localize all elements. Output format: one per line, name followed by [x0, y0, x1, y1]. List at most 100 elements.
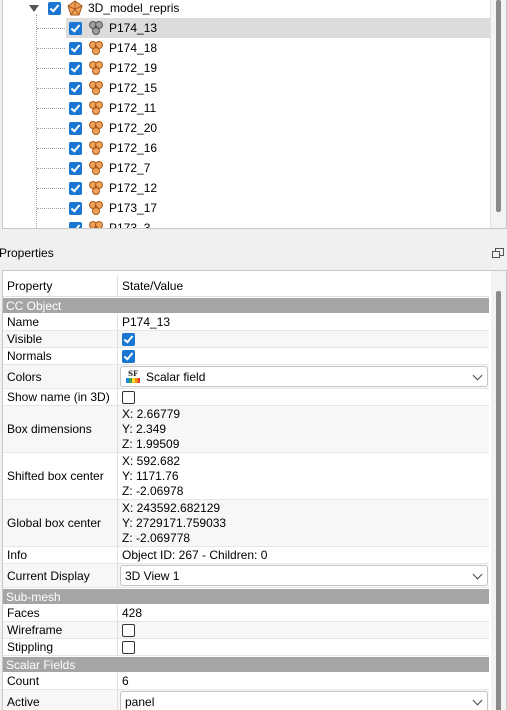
tree-item-label: P172_11: [109, 101, 157, 115]
root-visibility-checkbox[interactable]: [48, 1, 61, 15]
normals-checkbox[interactable]: [122, 349, 135, 363]
tree-item[interactable]: P172_7: [66, 158, 491, 178]
visibility-checkbox[interactable]: [69, 101, 82, 115]
prop-stippling-label: Stippling: [3, 639, 118, 655]
tree-item[interactable]: P174_18: [66, 38, 491, 58]
expand-arrow-icon[interactable]: [29, 4, 39, 12]
tree-guide-branch: [37, 68, 65, 69]
tree-item-label: P173_17: [109, 201, 158, 215]
tree-guide-branch: [37, 88, 65, 89]
prop-row-box-dimensions: Box dimensions X: 2.66779 Y: 2.349 Z: 1.…: [3, 406, 489, 453]
global-x: X: 243592.682129: [122, 500, 221, 515]
visibility-checkbox[interactable]: [69, 61, 82, 75]
undock-icon[interactable]: [492, 248, 504, 258]
visibility-checkbox[interactable]: [69, 161, 82, 175]
prop-info-value: Object ID: 267 - Children: 0: [122, 548, 268, 562]
visibility-checkbox[interactable]: [69, 141, 82, 155]
visibility-checkbox[interactable]: [69, 41, 82, 55]
box-dim-x: X: 2.66779: [122, 406, 181, 421]
tree-item[interactable]: P172_11: [66, 98, 491, 118]
mesh-icon: [89, 141, 103, 155]
tree-guide-branch: [37, 128, 65, 129]
tree-item-selected[interactable]: P174_13: [66, 18, 491, 38]
tree-item-root[interactable]: 3D_model_repris: [29, 0, 179, 18]
visibility-checkbox[interactable]: [69, 201, 82, 215]
prop-name-label: Name: [3, 314, 118, 330]
visibility-checkbox[interactable]: [69, 221, 82, 228]
colors-combobox[interactable]: SF Scalar field: [120, 366, 488, 387]
scalar-field-icon: SF: [126, 369, 140, 383]
prop-row-name: Name P174_13: [3, 314, 489, 331]
prop-row-stippling: Stippling: [3, 639, 489, 656]
header-property[interactable]: Property: [3, 275, 118, 296]
prop-row-current-display: Current Display 3D View 1: [3, 564, 489, 588]
active-sf-combobox[interactable]: panel: [120, 691, 488, 710]
current-display-value: 3D View 1: [125, 568, 180, 583]
section-sub-mesh: Sub-mesh: [3, 589, 489, 604]
tree-item[interactable]: P173_3: [66, 218, 491, 228]
prop-shifted-label: Shifted box center: [3, 453, 118, 499]
prop-row-faces: Faces 428: [3, 605, 489, 622]
prop-name-value[interactable]: P174_13: [118, 314, 489, 330]
tree-scrollbar-thumb[interactable]: [496, 0, 501, 212]
tree-item[interactable]: P172_12: [66, 178, 491, 198]
tree-guide-branch: [37, 228, 65, 229]
tree-item-label: P174_13: [109, 21, 158, 35]
tree-item[interactable]: P173_17: [66, 198, 491, 218]
properties-header: Property State/Value: [3, 275, 489, 297]
section-scalar-fields: Scalar Fields: [3, 657, 489, 672]
section-cc-object: CC Object: [3, 298, 489, 313]
dock-title-label: Properties: [0, 246, 54, 260]
tree-guide-branch: [37, 208, 65, 209]
prop-normals-label: Normals: [3, 348, 118, 364]
prop-count-label: Count: [3, 673, 118, 689]
prop-row-normals: Normals: [3, 348, 489, 365]
tree-guide-branch: [37, 148, 65, 149]
active-sf-value: panel: [125, 694, 155, 709]
visibility-checkbox[interactable]: [69, 121, 82, 135]
mesh-icon: [89, 221, 103, 228]
prop-wireframe-label: Wireframe: [3, 622, 118, 638]
tree-item[interactable]: P172_15: [66, 78, 491, 98]
mesh-icon: [89, 21, 103, 35]
header-value[interactable]: State/Value: [118, 275, 489, 296]
tree-item[interactable]: P172_19: [66, 58, 491, 78]
mesh-icon: [89, 161, 103, 175]
wireframe-checkbox[interactable]: [122, 623, 135, 637]
visibility-checkbox[interactable]: [69, 81, 82, 95]
tree-item-label: P172_19: [109, 61, 158, 75]
db-tree-panel: 3D_model_repris P174_13 P174_18 P172_19 P17…: [2, 0, 507, 229]
show-name-checkbox[interactable]: [122, 390, 135, 404]
mesh-icon: [89, 181, 103, 195]
visibility-checkbox[interactable]: [69, 181, 82, 195]
prop-row-global-center: Global box center X: 243592.682129 Y: 27…: [3, 500, 489, 547]
current-display-combobox[interactable]: 3D View 1: [120, 565, 488, 586]
colors-combobox-value: Scalar field: [146, 369, 206, 384]
global-z: Z: -2.069778: [122, 530, 191, 545]
tree-item-label: 3D_model_repris: [88, 1, 180, 15]
mesh-icon: [89, 61, 103, 75]
tree-guide-line: [36, 14, 37, 228]
properties-panel: Property State/Value CC Object Name P174…: [2, 270, 507, 710]
mesh-icon: [89, 41, 103, 55]
tree-guide-branch: [37, 168, 65, 169]
shifted-x: X: 592.682: [122, 453, 181, 468]
tree-item-label: P172_16: [109, 141, 158, 155]
prop-row-info: Info Object ID: 267 - Children: 0: [3, 547, 489, 564]
prop-display-label: Current Display: [3, 564, 118, 587]
chevron-down-icon[interactable]: [472, 370, 483, 381]
tree-item[interactable]: P172_20: [66, 118, 491, 138]
shifted-z: Z: -2.06978: [122, 483, 184, 498]
tree-item-label: P172_20: [109, 121, 158, 135]
visibility-checkbox[interactable]: [69, 21, 82, 35]
chevron-down-icon[interactable]: [472, 695, 483, 706]
visible-checkbox[interactable]: [122, 332, 135, 346]
chevron-down-icon[interactable]: [472, 569, 483, 580]
properties-scrollbar[interactable]: [491, 271, 506, 710]
properties-scrollbar-thumb[interactable]: [496, 291, 501, 710]
properties-dock-title: Properties: [0, 244, 507, 262]
stippling-checkbox[interactable]: [122, 640, 135, 654]
mesh-icon: [89, 201, 103, 215]
tree-scrollbar[interactable]: [490, 0, 506, 228]
tree-item[interactable]: P172_16: [66, 138, 491, 158]
